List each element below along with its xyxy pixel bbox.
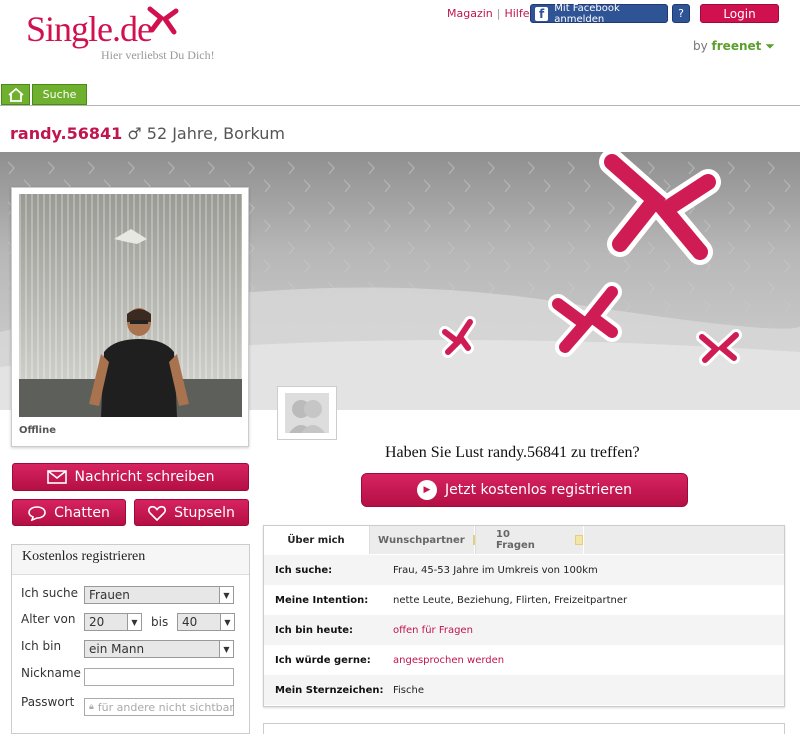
user-silhouette-icon (285, 393, 329, 433)
logo-cross-icon (147, 6, 179, 35)
tab-wish-partner[interactable]: Wunschpartner (369, 526, 475, 554)
tab-about-me-label: Über mich (287, 534, 345, 546)
heart-icon (148, 505, 167, 521)
about-row: Ich suche: Frau, 45-53 Jahre im Umkreis … (264, 555, 784, 585)
about-key: Ich würde gerne: (275, 654, 371, 666)
about-key: Meine Intention: (275, 594, 369, 606)
profile-photo-image (19, 194, 242, 417)
magazin-link[interactable]: Magazin (447, 7, 493, 20)
top-links: Magazin | Hilfe (447, 7, 530, 20)
help-link[interactable]: Hilfe (504, 7, 529, 20)
profile-username: randy.56841 (10, 124, 123, 143)
lock-icon: 🔒︎ (89, 702, 94, 712)
about-key: Ich suche: (275, 564, 333, 576)
site-logo[interactable]: Single.de Hier verliebst Du Dich! (26, 8, 215, 63)
freenet-leaf-icon: ⏷ (765, 39, 775, 53)
register-box-title: Kostenlos registrieren (12, 545, 249, 575)
nickname-label: Nickname (21, 666, 81, 680)
next-section-box (263, 723, 785, 734)
tab-wish-partner-label: Wunschpartner (378, 534, 465, 546)
profile-photo[interactable] (19, 194, 242, 417)
age-to-label: bis (151, 615, 169, 629)
looking-for-select[interactable]: Frauen ▼ (84, 586, 234, 604)
profile-age-location: 52 Jahre, Borkum (146, 124, 285, 143)
home-icon (7, 87, 24, 102)
note-icon (575, 535, 583, 545)
i-am-value: ein Mann (89, 642, 145, 656)
chevron-down-icon: ▼ (219, 641, 233, 657)
chevron-down-icon: ▼ (127, 614, 141, 630)
partner-label: by freenet ⏷ (693, 39, 775, 54)
about-value[interactable]: angesprochen werden (393, 655, 504, 666)
password-placeholder: für andere nicht sichtbar (97, 700, 234, 714)
age-from-value: 20 (89, 615, 105, 629)
tab-bar-fill (584, 526, 784, 554)
i-am-select[interactable]: ein Mann ▼ (84, 640, 234, 658)
chevron-down-icon: ▼ (219, 587, 233, 603)
partner-name: freenet (711, 39, 762, 53)
about-key: Mein Sternzeichen: (275, 684, 384, 696)
chat-button[interactable]: Chatten (12, 499, 126, 526)
password-input[interactable]: 🔒︎ für andere nicht sichtbar (84, 698, 234, 716)
chat-bubble-icon (28, 505, 46, 521)
write-message-button[interactable]: Nachricht schreiben (12, 463, 249, 491)
about-value[interactable]: offen für Fragen (393, 625, 473, 636)
brand-name: Single (26, 9, 113, 49)
tab-ten-questions-label: 10 Fragen (496, 529, 535, 551)
about-value: nette Leute, Beziehung, Flirten, Freizei… (393, 594, 628, 606)
write-message-label: Nachricht schreiben (74, 469, 215, 485)
about-row: Mein Sternzeichen: Fische (264, 675, 784, 705)
link-separator: | (496, 7, 501, 20)
facebook-login-button[interactable]: f Mit Facebook anmelden (530, 2, 668, 25)
nudge-label: Stupseln (174, 504, 235, 521)
register-now-label: Jetzt kostenlos registrieren (445, 482, 632, 498)
chevron-down-icon: ▼ (220, 614, 234, 630)
tab-ten-questions[interactable]: 10 Fragen (475, 526, 583, 554)
about-value: Fische (393, 684, 425, 696)
by-label: by (693, 39, 708, 53)
about-row: Ich würde gerne: angesprochen werden (264, 645, 784, 675)
nudge-button[interactable]: Stupseln (134, 499, 249, 526)
login-button[interactable]: Login (700, 4, 779, 23)
age-to-value: 40 (182, 615, 198, 629)
meet-question: Haben Sie Lust randy.56841 zu treffen? (385, 444, 640, 461)
small-avatar[interactable] (277, 386, 337, 440)
looking-for-label: Ich suche (21, 586, 78, 600)
about-row: Meine Intention: nette Leute, Beziehung,… (264, 585, 784, 615)
password-label: Passwort (21, 695, 75, 709)
age-from-select[interactable]: 20 ▼ (84, 613, 142, 631)
looking-for-value: Frauen (89, 588, 130, 602)
envelope-icon (46, 470, 67, 484)
play-icon: ▶ (417, 480, 437, 500)
register-now-button[interactable]: ▶ Jetzt kostenlos registrieren (361, 473, 688, 507)
nickname-input[interactable] (84, 668, 234, 686)
profile-title: randy.56841 ♂ 52 Jahre, Borkum (10, 124, 285, 143)
chat-label: Chatten (54, 504, 110, 521)
help-button[interactable]: ? (672, 4, 690, 23)
about-row: Ich bin heute: offen für Fragen (264, 615, 784, 645)
about-value: Frau, 45-53 Jahre im Umkreis von 100km (393, 564, 598, 576)
facebook-icon: f (535, 6, 549, 21)
nav-bar (0, 84, 800, 106)
gender-icon: ♂ (127, 124, 142, 143)
brand-tagline: Hier verliebst Du Dich! (101, 48, 215, 62)
age-to-select[interactable]: 40 ▼ (177, 613, 235, 631)
nav-search-tab[interactable]: Suche (32, 84, 87, 105)
about-key: Ich bin heute: (275, 624, 354, 636)
age-from-label: Alter von (21, 612, 76, 626)
online-status: Offline (19, 425, 56, 436)
home-button[interactable] (1, 84, 30, 105)
facebook-login-label: Mit Facebook anmelden (554, 2, 620, 25)
i-am-label: Ich bin (21, 639, 62, 653)
tab-about-me[interactable]: Über mich (264, 526, 368, 554)
